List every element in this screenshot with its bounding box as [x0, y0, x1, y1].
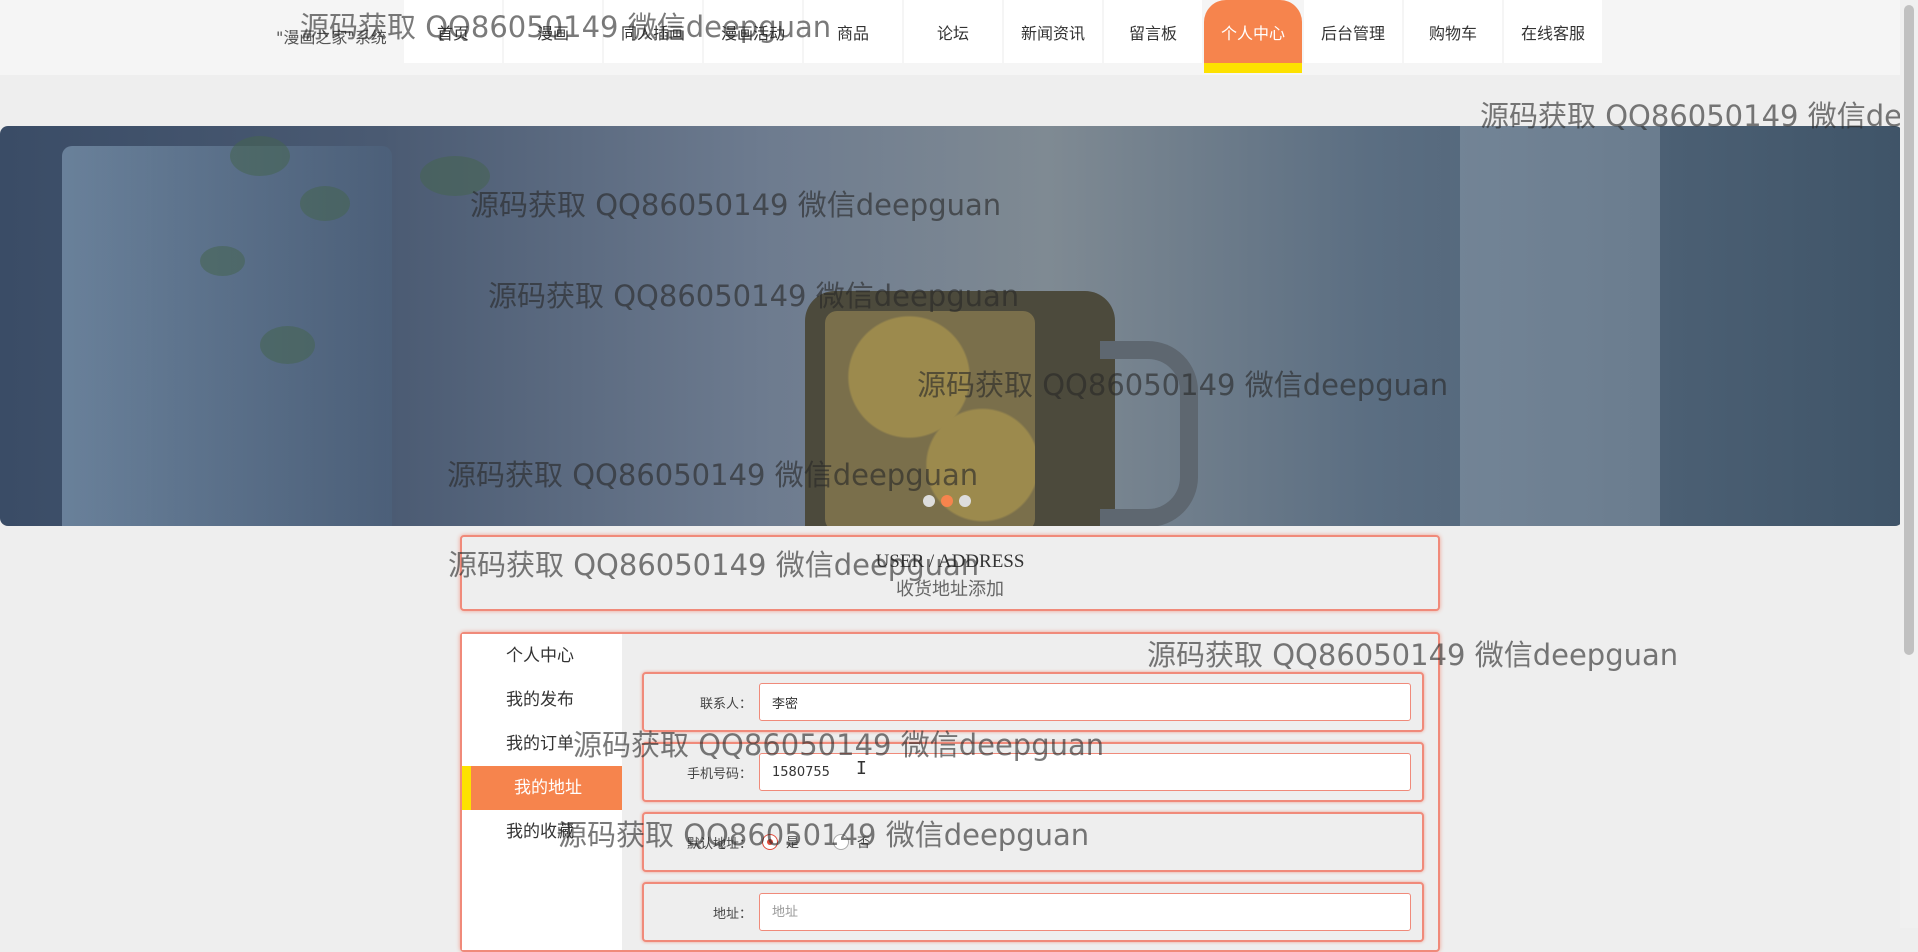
nav-item-cart[interactable]: 购物车	[1404, 0, 1502, 63]
page-title-box: USER / ADDRESS 收货地址添加	[460, 535, 1440, 611]
address-panel: 个人中心 我的发布 我的订单 我的地址 我的收藏 联系人： 手机号码： 默认地址…	[460, 632, 1440, 952]
banner-leaf	[420, 156, 490, 196]
radio-no-label[interactable]: 否	[857, 832, 870, 851]
radio-yes-label[interactable]: 是	[786, 832, 799, 851]
nav-item-fan-art[interactable]: 同人插画	[604, 0, 702, 63]
default-address-radio-group: 是 否	[762, 832, 896, 851]
nav-item-events[interactable]: 漫画活动	[704, 0, 802, 63]
radio-yes[interactable]	[762, 833, 778, 850]
nav-item-products[interactable]: 商品	[804, 0, 902, 63]
banner-leaf	[200, 246, 245, 276]
banner-mug-handle	[1100, 341, 1198, 526]
form-row-default: 默认地址： 是 否	[642, 812, 1424, 872]
scrollbar-thumb[interactable]	[1904, 5, 1914, 655]
carousel-dot[interactable]	[959, 495, 971, 507]
text-cursor-icon: I	[856, 758, 867, 779]
site-brand[interactable]: "漫画之家"系统	[276, 24, 387, 48]
user-sidebar: 个人中心 我的发布 我的订单 我的地址 我的收藏	[462, 634, 622, 950]
carousel-dot[interactable]	[923, 495, 935, 507]
default-address-label: 默认地址：	[686, 836, 752, 852]
sidebar-item-personal-center[interactable]: 个人中心	[462, 634, 622, 678]
form-row-phone: 手机号码：	[642, 742, 1424, 802]
form-row-contact: 联系人：	[642, 672, 1424, 732]
banner-mug-shape	[805, 291, 1115, 526]
sidebar-item-my-orders[interactable]: 我的订单	[462, 722, 622, 766]
carousel-dot-active[interactable]	[941, 495, 953, 507]
banner-window-pane	[1460, 126, 1660, 526]
nav-item-message-board[interactable]: 留言板	[1104, 0, 1202, 63]
form-row-address: 地址：	[642, 882, 1424, 942]
nav-item-support[interactable]: 在线客服	[1504, 0, 1602, 63]
banner-carousel	[0, 126, 1903, 526]
main-nav: 首页 漫画 同人插画 漫画活动 商品 论坛 新闻资讯 留言板 个人中心 后台管理…	[404, 0, 1604, 73]
page-title: 收货地址添加	[896, 579, 1004, 600]
radio-no[interactable]	[833, 833, 850, 850]
banner-leaf	[230, 136, 290, 176]
sidebar-item-my-address[interactable]: 我的地址	[462, 766, 622, 810]
address-input[interactable]	[759, 893, 1411, 931]
nav-item-home[interactable]: 首页	[404, 0, 502, 63]
nav-item-admin[interactable]: 后台管理	[1304, 0, 1402, 63]
phone-label: 手机号码：	[686, 766, 752, 782]
address-label: 地址：	[712, 906, 752, 922]
nav-item-personal-center[interactable]: 个人中心	[1204, 0, 1302, 73]
banner-leaf	[260, 326, 315, 364]
contact-label: 联系人：	[699, 696, 752, 712]
sidebar-item-my-posts[interactable]: 我的发布	[462, 678, 622, 722]
page-scrollbar[interactable]	[1900, 0, 1918, 928]
page-title-en: USER / ADDRESS	[875, 551, 1025, 572]
nav-item-news[interactable]: 新闻资讯	[1004, 0, 1102, 63]
top-navbar: "漫画之家"系统 首页 漫画 同人插画 漫画活动 商品 论坛 新闻资讯 留言板 …	[0, 0, 1900, 75]
banner-leaf	[300, 186, 350, 221]
carousel-dots	[923, 495, 971, 507]
sidebar-item-my-favorites[interactable]: 我的收藏	[462, 810, 622, 854]
contact-input[interactable]	[759, 683, 1411, 721]
nav-item-forum[interactable]: 论坛	[904, 0, 1002, 63]
nav-item-comics[interactable]: 漫画	[504, 0, 602, 63]
